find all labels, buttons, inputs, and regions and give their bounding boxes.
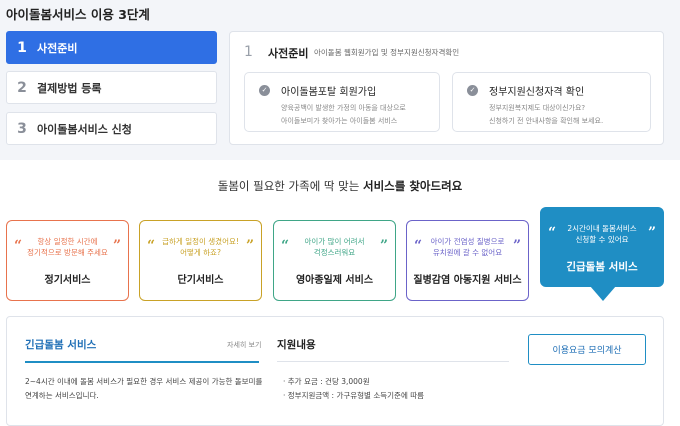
step-number: 1 [17,39,27,56]
support-list: · 추가 요금 : 건당 3,000원 · 정부지원금액 : 가구유형별 소득기… [283,375,424,403]
support-item: · 정부지원금액 : 가구유형별 소득기준에 따름 [283,391,425,400]
service-tagline: 2시간이내 돌봄서비스신청할 수 있어요 [557,223,647,245]
fee-calculator-button[interactable]: 이용요금 모의계산 [528,334,646,365]
service-card-infant[interactable]: “ ” 아이가 많이 어려서걱정스러워요 영아종일제 서비스 [273,220,396,301]
detail-description: 2~4시간 이내에 돌봄 서비스가 필요한 경우 서비스 제공이 가능한 돌보미… [25,375,262,403]
service-card-illness[interactable]: “ ” 아이가 전염성 질병으로유치원에 갈 수 없어요 질병감염 아동지원 서… [406,220,529,301]
step-1-prep[interactable]: 1 사전준비 [6,31,217,64]
card-desc-line: 양육공백이 발생한 가정의 아동을 대상으로 [281,104,406,112]
card-title: 정부지원신청자격 확인 [489,87,585,98]
service-name: 단기서비스 [177,275,224,286]
quote-close-icon: ” [379,238,388,254]
service-tagline: 항상 일정한 시간에정기적으로 방문해 주세요 [23,236,112,258]
tagline-line: 2시간이내 돌봄서비스 [567,224,637,233]
quote-open-icon: “ [548,225,557,241]
quote-close-icon: ” [512,238,521,254]
quote-open-icon: “ [14,238,23,254]
tagline-line: 신청할 수 있어요 [575,235,629,244]
service-card-emergency[interactable]: “ ” 2시간이내 돌봄서비스신청할 수 있어요 긴급돌봄 서비스 [540,207,664,287]
card-description: 양육공백이 발생한 가정의 아동을 대상으로 아이돌보미가 찾아가는 아이돌봄 … [281,102,406,128]
step-label: 사전준비 [37,41,78,55]
service-name: 영아종일제 서비스 [295,275,374,286]
steps-section: 아이돌봄서비스 이용 3단계 1 사전준비 2 결제방법 등록 3 아이돌봄서비… [0,0,680,160]
step-3-apply[interactable]: 3 아이돌봄서비스 신청 [6,112,217,145]
step-2-payment[interactable]: 2 결제방법 등록 [6,71,217,104]
card-desc-line: 아이돌보미가 찾아가는 아이돌봄 서비스 [281,117,398,125]
quote-open-icon: “ [414,238,423,254]
quote-close-icon: ” [245,238,254,254]
tagline-line: 급하게 일정이 생겼어요! [162,237,239,246]
detail-title: 긴급돌봄 서비스 [25,339,97,351]
tagline-line: 어떻게 하죠? [180,248,221,257]
service-name: 정기서비스 [44,275,91,286]
step-number: 2 [17,79,27,96]
tagline-line: 걱정스러워요 [313,248,356,257]
quote-open-icon: “ [281,238,290,254]
step-label: 아이돌봄서비스 신청 [37,122,132,136]
service-tagline: 급하게 일정이 생겼어요! 어떻게 하죠? [156,236,245,258]
tagline-line: 유치원에 갈 수 없어요 [432,248,503,257]
card-eligibility-check[interactable]: ✓ 정부지원신청자격 확인 정부지원복지제도 대상이신가요? 신청하기 전 안내… [452,72,651,132]
quote-open-icon: “ [147,238,156,254]
step-number: 3 [17,120,27,137]
panel-title: 사전준비 [268,47,309,60]
card-title: 아이돌봄포탈 회원가입 [281,87,377,98]
page-title: 아이돌봄서비스 이용 3단계 [6,7,150,22]
active-card-pointer [590,286,616,301]
check-icon: ✓ [467,85,478,96]
check-icon: ✓ [259,85,270,96]
step-label: 결제방법 등록 [37,81,102,95]
tagline-line: 정기적으로 방문해 주세요 [27,248,108,257]
panel-step-number: 1 [244,44,253,60]
quote-close-icon: ” [647,225,656,241]
service-name: 긴급돌봄 서비스 [566,261,638,273]
view-more-link[interactable]: 자세히 보기 [227,340,261,350]
card-description: 정부지원복지제도 대상이신가요? 신청하기 전 안내사항을 확인해 보세요. [489,102,603,128]
tagline-line: 항상 일정한 시간에 [37,237,98,246]
service-card-short-term[interactable]: “ ” 급하게 일정이 생겼어요! 어떻게 하죠? 단기서비스 [139,220,262,301]
panel-description: 아이돌봄 웹회원가입 및 정부지원신청자격확인 [314,48,460,57]
service-detail-panel: 긴급돌봄 서비스 자세히 보기 2~4시간 이내에 돌봄 서비스가 필요한 경우… [6,316,664,426]
card-desc-line: 신청하기 전 안내사항을 확인해 보세요. [489,117,604,125]
title-underline [25,361,259,363]
support-divider [277,361,509,362]
service-tagline: 아이가 전염성 질병으로유치원에 갈 수 없어요 [423,236,512,258]
section-headline: 돌봄이 필요한 가족에 딱 맞는 서비스를 찾아드려요 [0,178,680,194]
service-name: 질병감염 아동지원 서비스 [413,275,522,286]
service-card-regular[interactable]: “ ” 항상 일정한 시간에정기적으로 방문해 주세요 정기서비스 [6,220,129,301]
tagline-line: 아이가 많이 어려서 [304,237,365,246]
quote-close-icon: ” [112,238,121,254]
detail-desc-line: 연계하는 서비스입니다. [25,391,99,400]
card-desc-line: 정부지원복지제도 대상이신가요? [489,104,586,112]
support-item: · 추가 요금 : 건당 3,000원 [283,377,370,386]
card-portal-signup[interactable]: ✓ 아이돌봄포탈 회원가입 양육공백이 발생한 가정의 아동을 대상으로 아이돌… [244,72,440,132]
headline-text: 돌봄이 필요한 가족에 딱 맞는 [217,179,363,193]
support-title: 지원내용 [277,339,316,351]
detail-desc-line: 2~4시간 이내에 돌봄 서비스가 필요한 경우 서비스 제공이 가능한 돌보미… [25,377,263,386]
tagline-line: 아이가 전염성 질병으로 [430,237,505,246]
service-tagline: 아이가 많이 어려서걱정스러워요 [290,236,379,258]
headline-emphasis: 서비스를 찾아드려요 [363,179,463,193]
step-detail-panel: 1 사전준비 아이돌봄 웹회원가입 및 정부지원신청자격확인 ✓ 아이돌봄포탈 … [229,31,664,145]
